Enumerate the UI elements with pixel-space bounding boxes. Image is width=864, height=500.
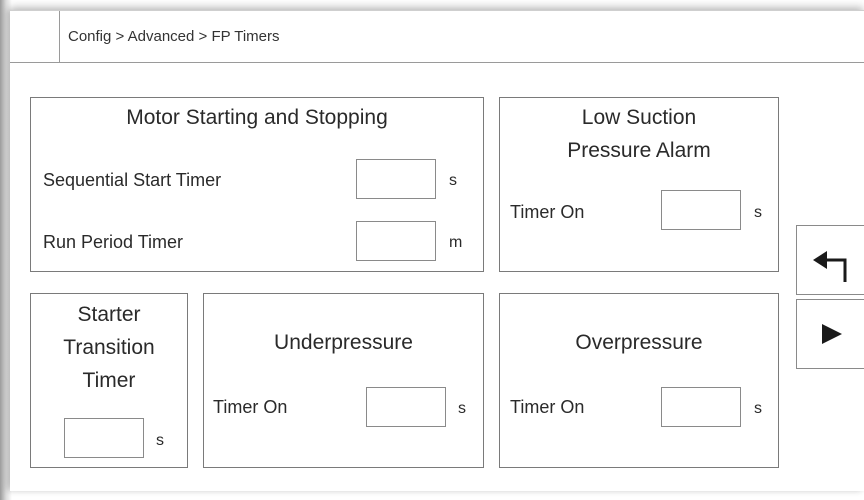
motor-starting-stopping-panel: Motor Starting and Stopping Sequential S… bbox=[30, 97, 484, 272]
underpressure-timer-on-unit: s bbox=[458, 400, 466, 417]
sequential-start-timer-label: Sequential Start Timer bbox=[43, 170, 222, 190]
underpressure-panel: Underpressure Timer On s bbox=[203, 293, 484, 468]
panel-title: Motor Starting and Stopping bbox=[126, 106, 388, 129]
next-button[interactable] bbox=[796, 299, 864, 369]
top-bar-left-cell bbox=[10, 11, 60, 62]
top-bar: Config > Advanced > FP Timers bbox=[10, 11, 864, 63]
underpressure-timer-on-input[interactable] bbox=[366, 387, 446, 427]
panel-title-line1: Starter bbox=[77, 303, 141, 326]
starter-transition-timer-panel: Starter Transition Timer s bbox=[30, 293, 188, 468]
return-arrow-icon bbox=[813, 251, 847, 282]
panel-title: Underpressure bbox=[274, 331, 413, 354]
sequential-start-timer-input[interactable] bbox=[356, 159, 436, 199]
play-right-icon bbox=[822, 324, 842, 344]
screen: Config > Advanced > FP Timers Motor Star… bbox=[10, 10, 864, 491]
low-suction-timer-on-input[interactable] bbox=[661, 190, 741, 230]
low-suction-pressure-alarm-panel: Low Suction Pressure Alarm Timer On s bbox=[499, 97, 779, 272]
low-suction-timer-on-label: Timer On bbox=[510, 202, 585, 222]
panel-title-line2: Transition bbox=[63, 336, 155, 359]
overpressure-panel: Overpressure Timer On s bbox=[499, 293, 779, 468]
panel-title: Overpressure bbox=[575, 331, 703, 354]
run-period-timer-label: Run Period Timer bbox=[43, 232, 184, 252]
back-button[interactable] bbox=[796, 225, 864, 295]
panel-title-line2: Pressure Alarm bbox=[567, 139, 711, 162]
breadcrumb: Config > Advanced > FP Timers bbox=[68, 28, 280, 45]
panel-title-line3: Timer bbox=[82, 369, 136, 392]
run-period-timer-input[interactable] bbox=[356, 221, 436, 261]
run-period-timer-unit: m bbox=[449, 234, 463, 251]
overpressure-timer-on-input[interactable] bbox=[661, 387, 741, 427]
overpressure-timer-on-unit: s bbox=[754, 400, 762, 417]
window-frame: Config > Advanced > FP Timers Motor Star… bbox=[0, 0, 864, 500]
panel-title-line1: Low Suction bbox=[581, 106, 697, 129]
sequential-start-timer-unit: s bbox=[449, 172, 457, 189]
underpressure-timer-on-label: Timer On bbox=[213, 397, 288, 417]
overpressure-timer-on-label: Timer On bbox=[510, 397, 585, 417]
starter-transition-timer-unit: s bbox=[156, 432, 164, 449]
starter-transition-timer-input[interactable] bbox=[64, 418, 144, 458]
low-suction-timer-on-unit: s bbox=[754, 204, 762, 221]
